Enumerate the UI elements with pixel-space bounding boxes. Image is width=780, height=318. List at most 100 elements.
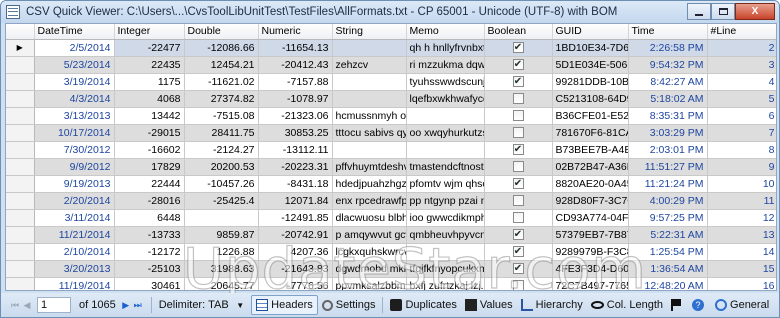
cell-guid[interactable]: B36CFE01-E52E-... xyxy=(552,107,629,125)
cell-double[interactable]: -2124.27 xyxy=(184,141,259,159)
next-page-icon[interactable]: ▶ xyxy=(120,299,132,311)
cell-integer[interactable]: -28016 xyxy=(114,192,185,210)
column-header-datetime[interactable]: DateTime xyxy=(34,24,115,40)
table-row[interactable]: 7/30/2012 -16602 -2124.27 -13112.11 ✔ B73BEE7… xyxy=(6,141,776,159)
cell-string[interactable]: dlacwuosu blbhu... xyxy=(332,209,407,227)
cell-boolean[interactable]: ✔ xyxy=(484,141,553,159)
cell-time[interactable]: 9:54:32 PM xyxy=(628,56,708,74)
cell-datetime[interactable]: 11/21/2014 xyxy=(34,226,115,244)
row-header[interactable] xyxy=(6,158,35,176)
table-row[interactable]: 2/20/2014 -28016 -25425.4 12071.84 enx rpced… xyxy=(6,192,776,210)
cell-datetime[interactable]: 9/19/2013 xyxy=(34,175,115,193)
cell-line[interactable]: 6 xyxy=(707,107,776,125)
boolean-checkbox[interactable]: ✔ xyxy=(512,246,524,258)
cell-double[interactable]: 20645.77 xyxy=(184,277,259,290)
row-header[interactable] xyxy=(6,141,35,159)
cell-integer[interactable]: -16602 xyxy=(114,141,185,159)
cell-memo[interactable]: ri mzzukma dqwv... xyxy=(406,56,485,74)
delimiter-dropdown[interactable]: TAB ▼ xyxy=(205,297,247,313)
table-row[interactable]: 11/21/2014 -13733 9859.87 -20742.91 p amqywv… xyxy=(6,226,776,244)
cell-string[interactable] xyxy=(332,73,407,91)
cell-boolean[interactable]: ✔ xyxy=(484,73,553,91)
cell-numeric[interactable]: -7776.56 xyxy=(258,277,333,290)
row-header[interactable]: ▶ xyxy=(6,39,35,57)
cell-integer[interactable]: 22444 xyxy=(114,175,185,193)
cell-integer[interactable]: 17829 xyxy=(114,158,185,176)
cell-memo[interactable]: qh h hnllyfrvnbxtb... xyxy=(406,39,485,57)
cell-time[interactable]: 5:18:02 AM xyxy=(628,90,708,108)
column-header-numeric[interactable]: Numeric xyxy=(258,24,333,40)
cell-string[interactable]: tttocu sabivs qyl... xyxy=(332,124,407,142)
cell-double[interactable]: -12086.66 xyxy=(184,39,259,57)
cell-integer[interactable]: 4068 xyxy=(114,90,185,108)
boolean-checkbox[interactable]: ✔ xyxy=(512,178,524,190)
cell-time[interactable]: 3:03:29 PM xyxy=(628,124,708,142)
boolean-checkbox[interactable] xyxy=(512,110,524,122)
cell-boolean[interactable]: ✔ xyxy=(484,56,553,74)
last-page-icon[interactable]: ⏭ xyxy=(132,299,144,311)
cell-guid[interactable]: 8820AE20-0A45-... xyxy=(552,175,629,193)
cell-boolean[interactable] xyxy=(484,158,553,176)
cell-integer[interactable]: 13442 xyxy=(114,107,185,125)
cell-double[interactable] xyxy=(184,209,259,227)
cell-integer[interactable]: -13733 xyxy=(114,226,185,244)
cell-numeric[interactable]: -13112.11 xyxy=(258,141,333,159)
table-row[interactable]: 3/11/20146448 -12491.85dlacwuosu blbhu...… xyxy=(6,209,776,227)
previous-page-icon[interactable]: ◀ xyxy=(21,299,33,311)
cell-datetime[interactable]: 4/3/2014 xyxy=(34,90,115,108)
cell-memo[interactable]: oo xwqyhurkutzs... xyxy=(406,124,485,142)
cell-numeric[interactable]: -20742.91 xyxy=(258,226,333,244)
cell-memo[interactable]: ioo gwwcdikmpha... xyxy=(406,209,485,227)
row-header[interactable] xyxy=(6,243,35,261)
cell-line[interactable]: 16 xyxy=(707,277,776,290)
cell-boolean[interactable] xyxy=(484,124,553,142)
cell-guid[interactable]: 02B72B47-A36B-... xyxy=(552,158,629,176)
row-header[interactable] xyxy=(6,124,35,142)
cell-string[interactable]: hdedjpuahzhgz... xyxy=(332,175,407,193)
cell-guid[interactable]: 4FE3F3D4-D604-... xyxy=(552,260,629,278)
cell-datetime[interactable]: 7/30/2012 xyxy=(34,141,115,159)
help-button[interactable]: ? xyxy=(688,295,711,315)
table-row[interactable]: 4/3/2014 4068 27374.82 -1078.97 lqefbxwkhwaf… xyxy=(6,90,776,108)
cell-string[interactable]: pffvhuymtdeshva... xyxy=(332,158,407,176)
cell-line[interactable]: 10 xyxy=(707,175,776,193)
cell-time[interactable]: 2:03:01 PM xyxy=(628,141,708,159)
cell-string[interactable]: ppvmksalzbbmr... xyxy=(332,277,407,290)
cell-double[interactable]: -10457.26 xyxy=(184,175,259,193)
column-header-guid[interactable]: GUID xyxy=(552,24,629,40)
cell-datetime[interactable]: 2/20/2014 xyxy=(34,192,115,210)
cell-numeric[interactable]: -7157.88 xyxy=(258,73,333,91)
cell-memo[interactable] xyxy=(406,243,485,261)
cell-line[interactable]: 5 xyxy=(707,90,776,108)
cell-string[interactable]: enx rpcedrawfple... xyxy=(332,192,407,210)
cell-boolean[interactable] xyxy=(484,107,553,125)
minimize-button[interactable] xyxy=(687,3,711,20)
cell-time[interactable]: 11:21:24 PM xyxy=(628,175,708,193)
cell-guid[interactable]: 781670F6-81CA-... xyxy=(552,124,629,142)
cell-datetime[interactable]: 5/23/2014 xyxy=(34,56,115,74)
cell-numeric[interactable]: 12071.84 xyxy=(258,192,333,210)
cell-double[interactable]: 27374.82 xyxy=(184,90,259,108)
cell-guid[interactable]: 57379EB7-7B87-... xyxy=(552,226,629,244)
cell-numeric[interactable]: -1078.97 xyxy=(258,90,333,108)
cell-datetime[interactable]: 3/19/2014 xyxy=(34,73,115,91)
cell-memo[interactable]: qmbheuvhpyvcm... xyxy=(406,226,485,244)
cell-memo[interactable] xyxy=(406,107,485,125)
cell-guid[interactable]: CD93A774-04F7-... xyxy=(552,209,629,227)
cell-integer[interactable]: -29015 xyxy=(114,124,185,142)
cell-integer[interactable]: 6448 xyxy=(114,209,185,227)
cell-string[interactable]: p amqywvut gcw... xyxy=(332,226,407,244)
row-header[interactable] xyxy=(6,90,35,108)
table-row[interactable]: 10/17/2014 -29015 28411.75 30853.25 tttocu s… xyxy=(6,124,776,142)
row-header[interactable] xyxy=(6,73,35,91)
table-row[interactable]: 11/19/2014 30461 20645.77 -7776.56 ppvmksalz… xyxy=(6,277,776,290)
cell-guid[interactable]: 1BD10E34-7D66... xyxy=(552,39,629,57)
row-header[interactable] xyxy=(6,56,35,74)
table-row[interactable]: 3/20/2013 -25103 31988.63 -21643.83 dgwdmobd… xyxy=(6,260,776,278)
cell-numeric[interactable]: 30853.25 xyxy=(258,124,333,142)
general-button[interactable]: General xyxy=(711,295,773,315)
table-row[interactable]: 3/19/2014 1175 -11621.02 -7157.88 tyuhsswwds… xyxy=(6,73,776,91)
cell-line[interactable]: 8 xyxy=(707,141,776,159)
cell-memo[interactable]: lqefbxwkhwafycqf... xyxy=(406,90,485,108)
values-button[interactable]: Values xyxy=(461,295,517,315)
